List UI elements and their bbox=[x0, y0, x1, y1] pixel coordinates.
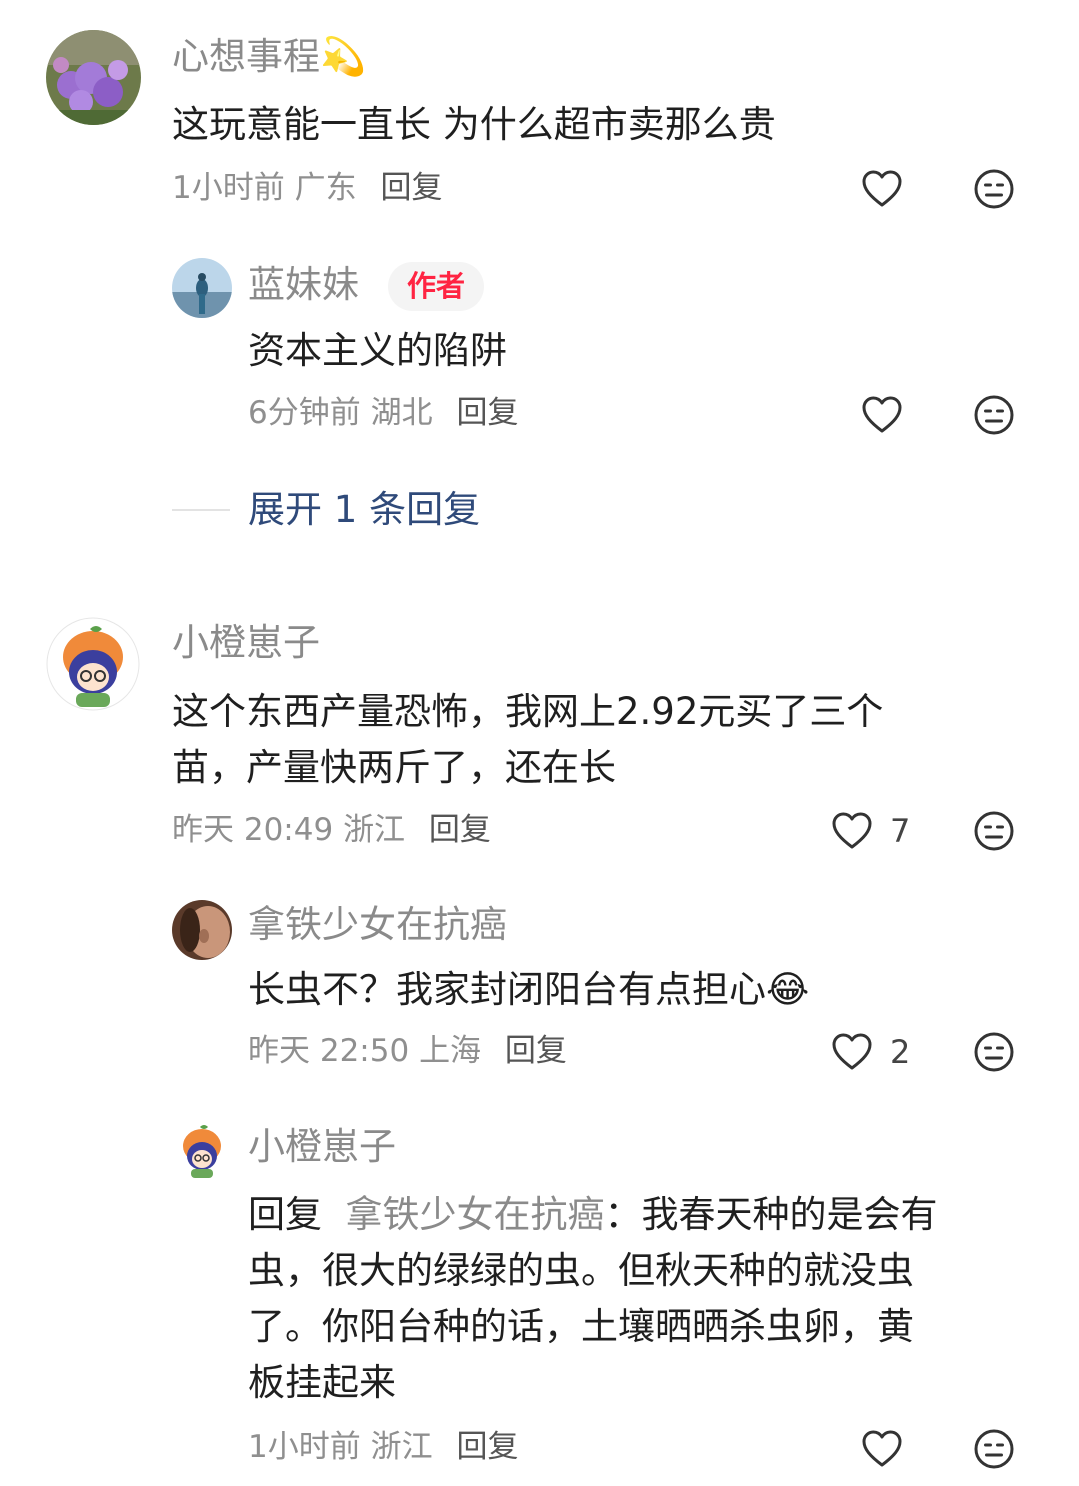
comment-meta: 1小时前 广东 回复 bbox=[172, 173, 442, 204]
expand-replies-button[interactable]: 展开 1 条回复 bbox=[248, 491, 480, 528]
purple-flowers-avatar[interactable] bbox=[46, 30, 141, 125]
orange-cartoon-avatar[interactable] bbox=[46, 617, 141, 712]
person-sky-avatar[interactable] bbox=[172, 258, 232, 318]
comment-location: 广东 bbox=[294, 170, 357, 206]
comment-author-name[interactable]: 小橙崽子 bbox=[172, 624, 320, 661]
comment-author-name[interactable]: 小橙崽子 bbox=[248, 1128, 396, 1165]
comment-time: 6分钟前 bbox=[248, 395, 361, 431]
like-count: 2 bbox=[890, 1033, 911, 1071]
orange-cartoon-avatar[interactable] bbox=[172, 1121, 232, 1181]
like-count: 7 bbox=[890, 812, 911, 850]
comment-meta: 昨天 22:50 上海 回复 bbox=[248, 1036, 567, 1067]
heart-icon[interactable] bbox=[830, 1030, 874, 1074]
comment-time: 1小时前 bbox=[248, 1429, 361, 1465]
reply-button[interactable]: 回复 bbox=[456, 1429, 518, 1465]
reply-colon: ： bbox=[604, 1193, 642, 1236]
comment-time: 昨天 22:50 bbox=[248, 1033, 410, 1069]
comment-location: 湖北 bbox=[370, 395, 433, 431]
comment-text: 长虫不？我家封闭阳台有点担心😂 bbox=[248, 968, 810, 1011]
expand-divider bbox=[172, 509, 230, 511]
comment-text-line: 这个东西产量恐怖，我网上2.92元买了三个 bbox=[172, 690, 884, 733]
dislike-face-icon[interactable] bbox=[972, 809, 1016, 853]
comment-text: 回复 拿铁少女在抗癌：我春天种的是会有 虫，很大的绿绿的虫。但秋天种的就没虫 了… bbox=[248, 1187, 1038, 1411]
comment-time: 1小时前 bbox=[172, 170, 285, 206]
comment-meta: 6分钟前 湖北 回复 bbox=[248, 398, 518, 429]
portrait-avatar[interactable] bbox=[172, 900, 232, 960]
comment-text-line: 了。你阳台种的话，土壤晒晒杀虫卵，黄 bbox=[248, 1305, 914, 1348]
comment-meta: 昨天 20:49 浙江 回复 bbox=[172, 815, 491, 846]
heart-icon[interactable] bbox=[860, 1427, 904, 1471]
comment-text-line: 回复 拿铁少女在抗癌：我春天种的是会有 bbox=[248, 1193, 938, 1236]
reply-button[interactable]: 回复 bbox=[505, 1033, 567, 1069]
dislike-face-icon[interactable] bbox=[972, 1427, 1016, 1471]
dizzy-emoji: 💫 bbox=[320, 35, 367, 78]
comment-location: 上海 bbox=[419, 1033, 482, 1069]
comment-text: 资本主义的陷阱 bbox=[248, 329, 507, 372]
reply-to-user[interactable]: 拿铁少女在抗癌 bbox=[346, 1193, 605, 1236]
heart-icon[interactable] bbox=[830, 809, 874, 853]
laughing-tears-emoji: 😂 bbox=[766, 968, 810, 1011]
comment-time: 昨天 20:49 bbox=[172, 812, 334, 848]
comment-text-line: 苗，产量快两斤了，还在长 bbox=[172, 746, 616, 789]
comment-location: 浙江 bbox=[343, 812, 406, 848]
author-badge: 作者 bbox=[388, 262, 485, 311]
heart-icon[interactable] bbox=[860, 167, 904, 211]
reply-button[interactable]: 回复 bbox=[429, 812, 491, 848]
comment-location: 浙江 bbox=[370, 1429, 433, 1465]
comment-text-line: 虫，很大的绿绿的虫。但秋天种的就没虫 bbox=[248, 1249, 914, 1292]
reply-button[interactable]: 回复 bbox=[380, 170, 442, 206]
comment-text-line: 板挂起来 bbox=[248, 1361, 396, 1404]
comment-text: 这玩意能一直长 为什么超市卖那么贵 bbox=[172, 103, 776, 146]
reply-prefix: 回复 bbox=[248, 1193, 322, 1236]
comment-author-name[interactable]: 拿铁少女在抗癌 bbox=[248, 906, 507, 943]
comment-author-name[interactable]: 蓝妹妹 bbox=[248, 266, 359, 303]
dislike-face-icon[interactable] bbox=[972, 1030, 1016, 1074]
comment-text: 这个东西产量恐怖，我网上2.92元买了三个 苗，产量快两斤了，还在长 bbox=[172, 684, 883, 796]
reply-button[interactable]: 回复 bbox=[456, 395, 518, 431]
heart-icon[interactable] bbox=[860, 393, 904, 437]
comment-meta: 1小时前 浙江 回复 bbox=[248, 1432, 518, 1463]
dislike-face-icon[interactable] bbox=[972, 393, 1016, 437]
dislike-face-icon[interactable] bbox=[972, 167, 1016, 211]
comment-author-name[interactable]: 心想事程💫 bbox=[172, 38, 366, 75]
